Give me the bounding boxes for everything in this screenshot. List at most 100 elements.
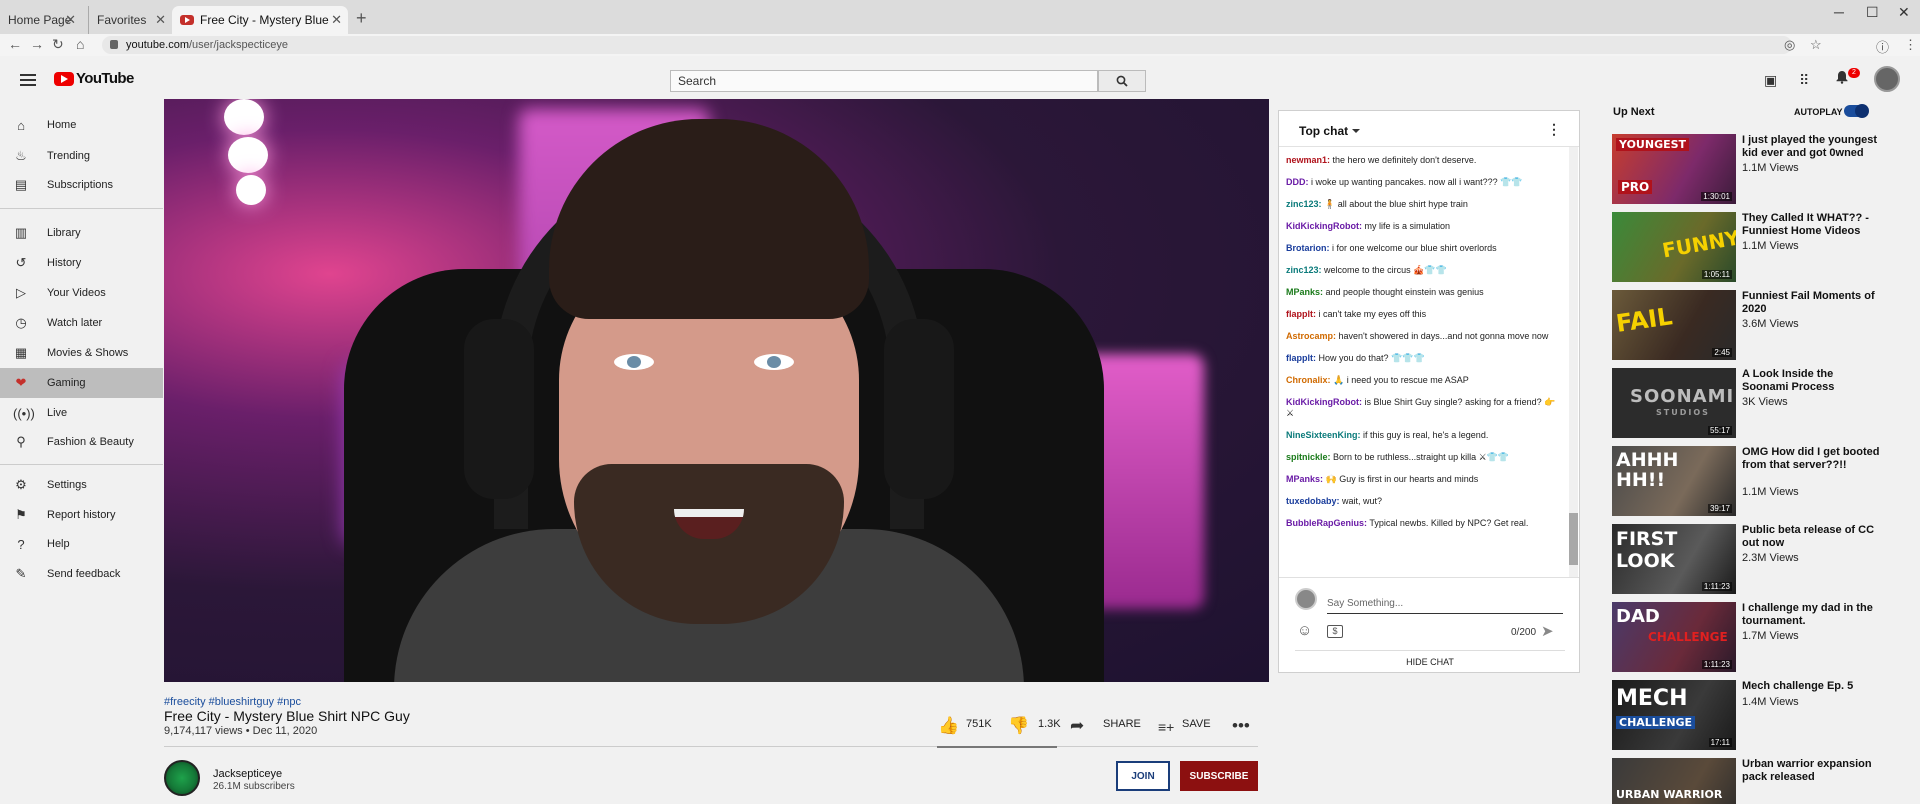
account-avatar[interactable] [1874, 66, 1900, 92]
join-button[interactable]: JOIN [1116, 761, 1170, 791]
close-icon[interactable]: ✕ [331, 12, 342, 28]
video-title[interactable]: I just played the youngest kid ever and … [1742, 134, 1882, 159]
chat-username[interactable]: flapplt: [1286, 309, 1316, 319]
video-thumbnail[interactable]: AHHH HH!! 39:17 [1612, 446, 1736, 516]
more-options-icon[interactable]: ⋮ [1547, 121, 1561, 138]
recommended-video[interactable]: DAD CHALLENGE 1:11:23 I challenge my dad… [1612, 602, 1912, 676]
sidebar-item-settings[interactable]: ⚙ Settings [0, 470, 163, 500]
chat-username[interactable]: zinc123: [1286, 199, 1322, 209]
like-count[interactable]: 751K [966, 718, 992, 730]
video-title[interactable]: I challenge my dad in the tournament. [1742, 602, 1882, 627]
video-thumbnail[interactable]: SOONAMI STUDIOS 55:17 [1612, 368, 1736, 438]
sidebar-item-watch-later[interactable]: ◷ Watch later [0, 308, 163, 338]
video-title[interactable]: A Look Inside the Soonami Process [1742, 368, 1882, 393]
share-button[interactable]: SHARE [1103, 718, 1141, 730]
forward-icon[interactable]: → [30, 36, 44, 52]
video-thumbnail[interactable]: DAD CHALLENGE 1:11:23 [1612, 602, 1736, 672]
recommended-video[interactable]: MECH CHALLENGE 17:11 Mech challenge Ep. … [1612, 680, 1912, 754]
chat-username[interactable]: KidKickingRobot: [1286, 397, 1362, 407]
sidebar-item-movies-shows[interactable]: ▦ Movies & Shows [0, 338, 163, 368]
chat-username[interactable]: zinc123: [1286, 265, 1322, 275]
sidebar-item-send-feedback[interactable]: ✎ Send feedback [0, 559, 163, 589]
emoji-icon[interactable]: ☺ [1297, 622, 1312, 639]
close-icon[interactable]: ✕ [65, 12, 76, 28]
reload-icon[interactable]: ↻ [52, 36, 64, 53]
bell-icon[interactable] [1835, 70, 1849, 84]
recommended-video[interactable]: YOUNGEST PRO 1:30:01 I just played the y… [1612, 134, 1912, 208]
video-title[interactable]: Public beta release of CC out now [1742, 524, 1882, 549]
chat-input[interactable]: Say Something... [1327, 598, 1563, 614]
video-title[interactable]: Urban warrior expansion pack released [1742, 758, 1882, 783]
recommended-video[interactable]: URBAN WARRIOR Urban warrior expansion pa… [1612, 758, 1912, 804]
super-sticker-icon[interactable]: $ [1327, 625, 1343, 638]
hide-chat-button[interactable]: HIDE CHAT [1295, 650, 1565, 667]
sidebar-item-library[interactable]: ▥ Library [0, 218, 163, 248]
more-actions-icon[interactable]: ••• [1232, 716, 1250, 736]
recommended-video[interactable]: FIRST LOOK 1:11:23 Public beta release of… [1612, 524, 1912, 598]
close-icon[interactable]: ✕ [155, 12, 166, 28]
video-title[interactable]: Funniest Fail Moments of 2020 [1742, 290, 1882, 315]
browser-menu-icon[interactable]: ⋮ [1904, 37, 1917, 53]
sidebar-item-your-videos[interactable]: ▷ Your Videos [0, 278, 163, 308]
video-thumbnail[interactable]: FIRST LOOK 1:11:23 [1612, 524, 1736, 594]
search-button[interactable] [1098, 70, 1146, 92]
chat-username[interactable]: MPanks: [1286, 287, 1323, 297]
sidebar-item-fashion-beauty[interactable]: ⚲ Fashion & Beauty [0, 427, 163, 457]
chat-username[interactable]: KidKickingRobot: [1286, 221, 1362, 231]
chat-scrollbar-thumb[interactable] [1569, 513, 1578, 565]
video-thumbnail[interactable]: FUNNY 1:05:11 [1612, 212, 1736, 282]
chat-username[interactable]: tuxedobaby: [1286, 496, 1340, 506]
video-thumbnail[interactable]: YOUNGEST PRO 1:30:01 [1612, 134, 1736, 204]
sidebar-item-help[interactable]: ? Help [0, 529, 163, 559]
chat-username[interactable]: MPanks: [1286, 474, 1323, 484]
sidebar-item-report-history[interactable]: ⚑ Report history [0, 500, 163, 530]
video-hashtags[interactable]: #freecity #blueshirtguy #npc [164, 696, 301, 708]
tab-free-city[interactable]: Free City - Mystery Blue Shirt ✕ [172, 6, 348, 34]
apps-grid-icon[interactable]: ⠿ [1799, 72, 1809, 89]
sidebar-item-live[interactable]: ((•)) Live [0, 398, 163, 428]
share-icon[interactable]: ➦ [1070, 716, 1084, 736]
channel-avatar[interactable] [164, 760, 200, 796]
thumbs-up-icon[interactable]: 👍 [938, 716, 959, 736]
profile-icon[interactable]: ⓘ [1876, 37, 1889, 56]
recommended-video[interactable]: AHHH HH!! 39:17 OMG How did I get booted … [1612, 446, 1912, 520]
video-title[interactable]: They Called It WHAT?? - Funniest Home Vi… [1742, 212, 1882, 237]
recommended-video[interactable]: FAIL 2:45 Funniest Fail Moments of 2020 … [1612, 290, 1912, 364]
save-button[interactable]: SAVE [1182, 718, 1211, 730]
sidebar-item-history[interactable]: ↺ History [0, 248, 163, 278]
sidebar-item-subscriptions[interactable]: ▤ Subscriptions [0, 170, 163, 200]
url-field[interactable]: youtube.com/user/jackspecticeye [102, 36, 1792, 54]
autoplay-toggle[interactable] [1844, 104, 1869, 118]
chat-username[interactable]: BubbleRapGenius: [1286, 518, 1367, 528]
sidebar-item-gaming[interactable]: ❤ Gaming [0, 368, 163, 398]
chat-username[interactable]: NineSixteenKing: [1286, 430, 1361, 440]
create-video-icon[interactable]: ▣ [1764, 72, 1777, 89]
video-thumbnail[interactable]: URBAN WARRIOR [1612, 758, 1736, 804]
home-nav-icon[interactable]: ⌂ [76, 36, 84, 52]
thumbs-down-icon[interactable]: 👎 [1008, 716, 1029, 736]
bookmark-star-icon[interactable]: ☆ [1810, 37, 1822, 53]
cast-icon[interactable]: ◎ [1784, 37, 1795, 53]
dislike-count[interactable]: 1.3K [1038, 718, 1061, 730]
video-title[interactable]: Mech challenge Ep. 5 [1742, 680, 1882, 693]
chat-username[interactable]: DDD: [1286, 177, 1309, 187]
close-window-icon[interactable]: ✕ [1898, 4, 1910, 21]
top-chat-dropdown[interactable]: Top chat [1299, 124, 1361, 138]
new-tab-icon[interactable]: + [356, 8, 367, 29]
video-title[interactable]: OMG How did I get booted from that serve… [1742, 446, 1882, 471]
chat-username[interactable]: newman1: [1286, 155, 1330, 165]
send-icon[interactable]: ➤ [1541, 622, 1554, 640]
chat-username[interactable]: Chronalix: [1286, 375, 1331, 385]
video-thumbnail[interactable]: MECH CHALLENGE 17:11 [1612, 680, 1736, 750]
video-player[interactable] [164, 99, 1269, 682]
tab-home-page[interactable]: Home Page ✕ [0, 6, 82, 34]
sidebar-item-trending[interactable]: ♨ Trending [0, 141, 163, 171]
menu-icon[interactable] [20, 74, 36, 89]
recommended-video[interactable]: SOONAMI STUDIOS 55:17 A Look Inside the … [1612, 368, 1912, 442]
tab-favorites[interactable]: Favorites ✕ [88, 6, 172, 34]
video-thumbnail[interactable]: FAIL 2:45 [1612, 290, 1736, 360]
minimize-icon[interactable]: ─ [1834, 4, 1844, 20]
youtube-logo[interactable]: YouTube [54, 70, 134, 87]
search-input[interactable]: Search [670, 70, 1098, 92]
maximize-icon[interactable]: ☐ [1866, 4, 1879, 21]
